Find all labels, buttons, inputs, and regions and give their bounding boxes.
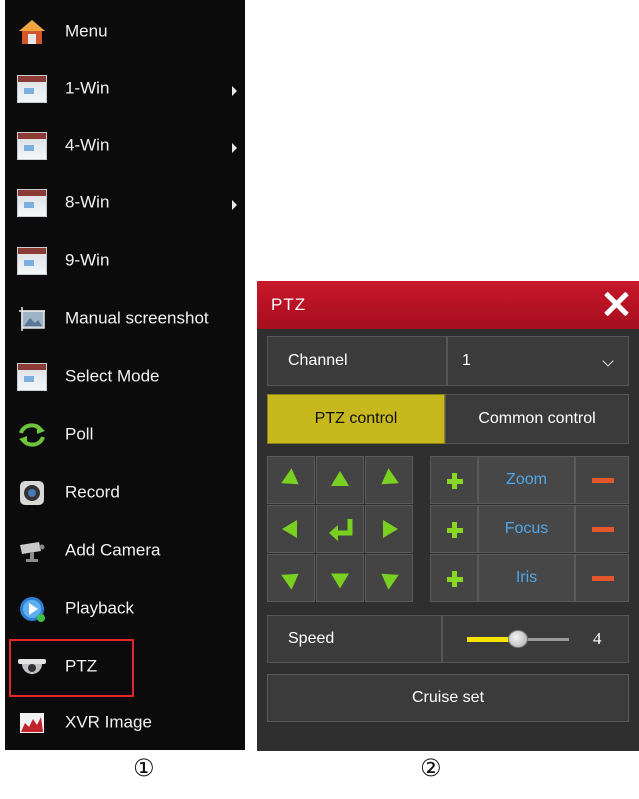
menu-item-label: PTZ bbox=[65, 656, 98, 676]
arrow-up-left-icon bbox=[281, 468, 304, 492]
pan-right-button[interactable] bbox=[365, 505, 413, 553]
menu-item-label: Record bbox=[65, 482, 120, 502]
dialog-title: PTZ bbox=[271, 295, 307, 314]
tab-ptz-control[interactable]: PTZ control bbox=[267, 394, 445, 444]
focus-minus-button[interactable] bbox=[575, 505, 629, 553]
return-arrow-icon bbox=[329, 519, 353, 541]
chevron-down-icon bbox=[602, 355, 614, 367]
poll-arrows-icon bbox=[19, 422, 45, 447]
arrow-down-left-icon bbox=[281, 566, 304, 590]
iris-row: Iris bbox=[430, 554, 629, 602]
speed-slider[interactable] bbox=[467, 630, 569, 648]
arrow-down-right-icon bbox=[376, 566, 399, 590]
channel-value: 1 bbox=[462, 352, 471, 369]
menu-item-label: Menu bbox=[65, 21, 108, 41]
menu-item-9-win[interactable]: 9-Win bbox=[5, 232, 245, 289]
zoom-in-button[interactable] bbox=[430, 456, 478, 504]
pan-down-right-button[interactable] bbox=[365, 554, 413, 602]
arrow-left-icon bbox=[282, 520, 297, 538]
pan-left-button[interactable] bbox=[267, 505, 315, 553]
close-icon[interactable] bbox=[601, 289, 631, 319]
window-icon bbox=[17, 362, 47, 391]
window-icon bbox=[17, 246, 47, 275]
dome-camera-icon bbox=[18, 658, 46, 674]
arrow-down-icon bbox=[331, 573, 349, 589]
submenu-arrow-icon bbox=[232, 199, 237, 210]
tilt-down-button[interactable] bbox=[316, 554, 364, 602]
channel-label: Channel bbox=[288, 352, 348, 369]
menu-item-label: 9-Win bbox=[65, 250, 110, 270]
menu-item-manual-screenshot[interactable]: Manual screenshot bbox=[5, 290, 245, 347]
playback-icon bbox=[20, 596, 45, 622]
menu-item-poll[interactable]: Poll bbox=[5, 406, 245, 463]
menu-item-label: 1-Win bbox=[65, 78, 110, 98]
menu-item-label: Poll bbox=[65, 424, 94, 444]
menu-item-label: Add Camera bbox=[65, 540, 161, 560]
camera-icon bbox=[20, 541, 45, 562]
pan-down-left-button[interactable] bbox=[267, 554, 315, 602]
menu-item-ptz[interactable]: PTZ bbox=[5, 638, 245, 695]
image-chart-icon bbox=[20, 712, 44, 733]
speed-value: 4 bbox=[593, 629, 602, 648]
zoom-label: Zoom bbox=[478, 456, 575, 504]
caption-right: ② bbox=[420, 754, 442, 782]
cruise-set-button[interactable]: Cruise set bbox=[267, 674, 629, 722]
arrow-up-icon bbox=[331, 471, 349, 486]
zoom-row: Zoom bbox=[430, 456, 629, 504]
menu-item-record[interactable]: Record bbox=[5, 464, 245, 521]
menu-item-label: Select Mode bbox=[65, 366, 160, 386]
menu-item-add-camera[interactable]: Add Camera bbox=[5, 522, 245, 579]
menu-item-label: Manual screenshot bbox=[65, 308, 209, 328]
caption-left: ① bbox=[133, 754, 155, 782]
channel-label-cell: Channel bbox=[267, 336, 447, 386]
channel-select[interactable]: 1 bbox=[447, 336, 629, 386]
ptz-dialog: PTZ Channel 1 PTZ control Common control bbox=[257, 281, 639, 751]
zoom-out-button[interactable] bbox=[575, 456, 629, 504]
home-icon bbox=[19, 19, 45, 44]
window-icon bbox=[17, 131, 47, 160]
screenshot-icon bbox=[19, 306, 45, 331]
record-icon bbox=[20, 480, 44, 505]
arrow-right-icon bbox=[383, 520, 398, 538]
pan-up-right-button[interactable] bbox=[365, 456, 413, 504]
speed-slider-knob[interactable] bbox=[508, 630, 528, 648]
menu-item-4-win[interactable]: 4-Win bbox=[5, 117, 245, 174]
speed-label-cell: Speed bbox=[267, 615, 442, 663]
menu-item-menu[interactable]: Menu bbox=[5, 3, 245, 60]
menu-item-select-mode[interactable]: Select Mode bbox=[5, 348, 245, 405]
menu-item-label: XVR Image bbox=[65, 712, 152, 732]
iris-plus-button[interactable] bbox=[430, 554, 478, 602]
submenu-arrow-icon bbox=[232, 85, 237, 96]
tab-common-control[interactable]: Common control bbox=[445, 394, 629, 444]
menu-item-1-win[interactable]: 1-Win bbox=[5, 60, 245, 117]
menu-item-label: 4-Win bbox=[65, 135, 110, 155]
return-center-button[interactable] bbox=[316, 505, 364, 553]
menu-item-xvr-image[interactable]: XVR Image bbox=[5, 694, 245, 751]
arrow-up-right-icon bbox=[376, 468, 399, 492]
submenu-arrow-icon bbox=[232, 142, 237, 153]
menu-item-8-win[interactable]: 8-Win bbox=[5, 174, 245, 231]
window-icon bbox=[17, 188, 47, 217]
focus-label: Focus bbox=[478, 505, 575, 553]
iris-label: Iris bbox=[478, 554, 575, 602]
menu-item-label: Playback bbox=[65, 598, 134, 618]
speed-label: Speed bbox=[288, 630, 335, 647]
iris-minus-button[interactable] bbox=[575, 554, 629, 602]
window-icon bbox=[17, 74, 47, 103]
pan-up-left-button[interactable] bbox=[267, 456, 315, 504]
direction-pad bbox=[267, 456, 414, 603]
focus-plus-button[interactable] bbox=[430, 505, 478, 553]
menu-item-playback[interactable]: Playback bbox=[5, 580, 245, 637]
focus-row: Focus bbox=[430, 505, 629, 553]
tilt-up-button[interactable] bbox=[316, 456, 364, 504]
speed-control: 4 bbox=[442, 615, 629, 663]
context-menu: Menu 1-Win 4-Win 8-Win 9-Win Manual scre… bbox=[5, 0, 245, 750]
dialog-title-bar: PTZ bbox=[257, 281, 639, 329]
menu-item-label: 8-Win bbox=[65, 192, 110, 212]
